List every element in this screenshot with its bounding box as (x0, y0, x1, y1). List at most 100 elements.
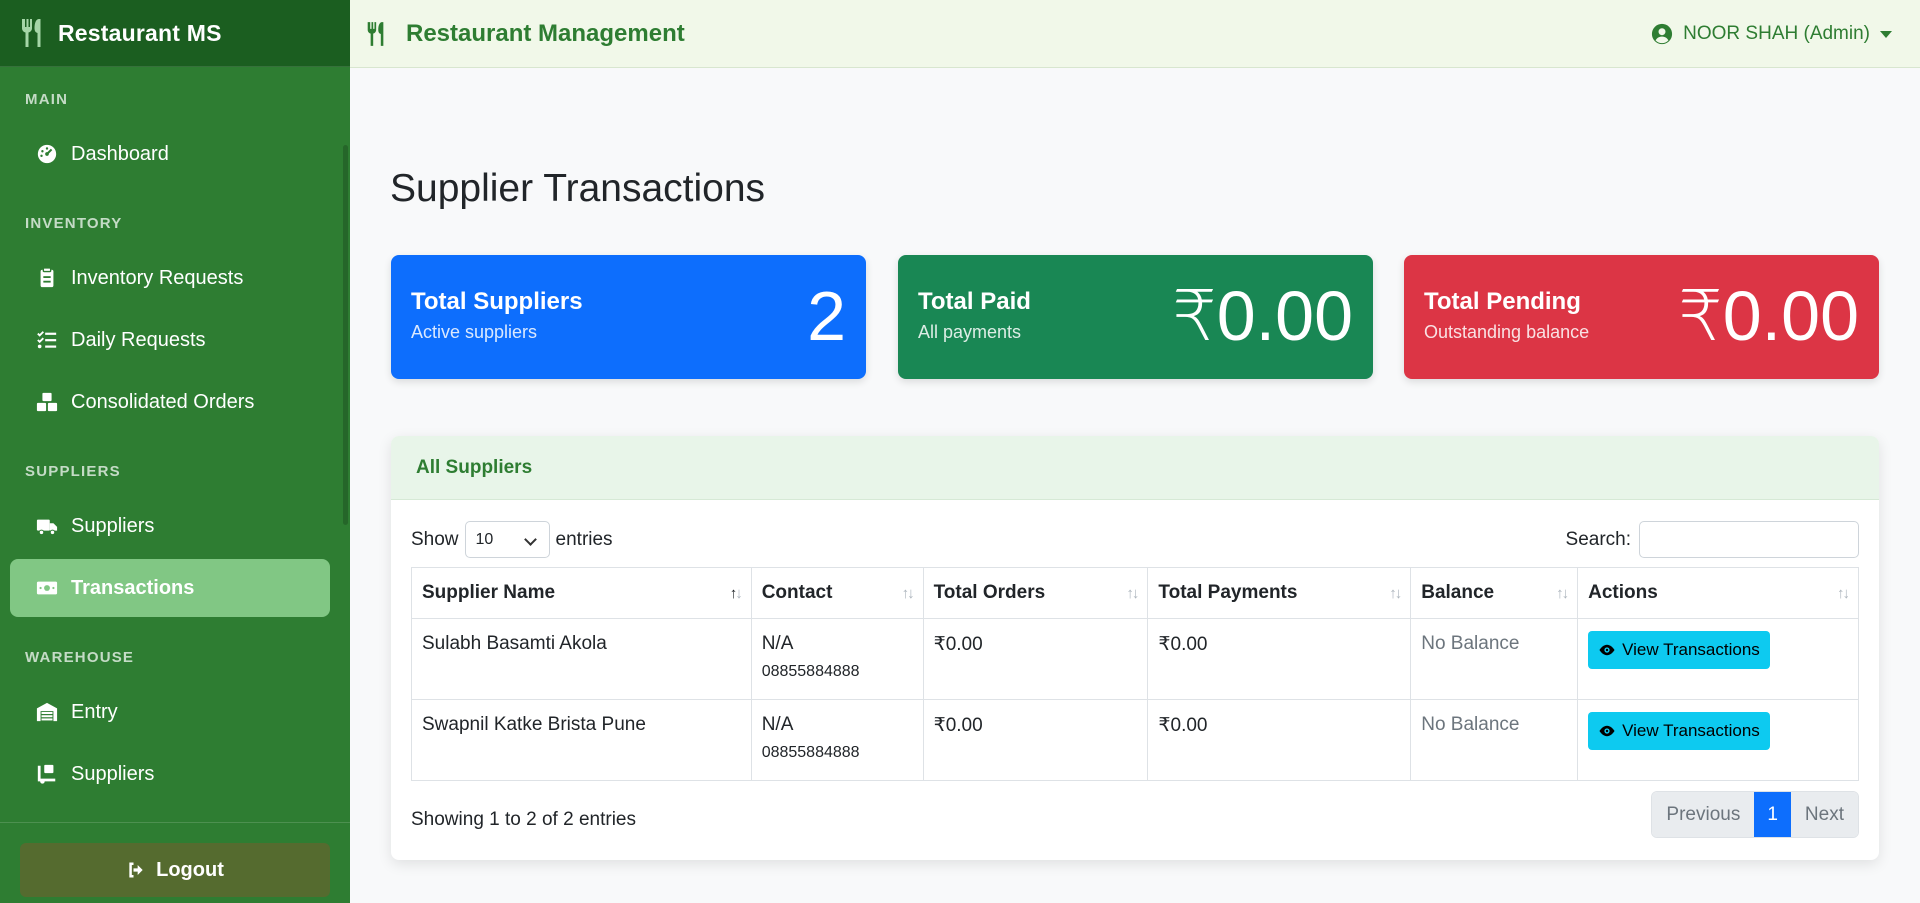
cell-actions: View Transactions (1577, 618, 1859, 700)
entries-select-value: 10 (475, 530, 494, 548)
sidebar-item-label: Suppliers (71, 762, 155, 785)
stat-value: ₹0.00 (1678, 277, 1859, 355)
entries-select[interactable]: 10 (464, 521, 550, 558)
column-header-contact[interactable]: Contact ↑↓ (750, 567, 924, 619)
column-header-balance[interactable]: Balance ↑↓ (1410, 567, 1579, 619)
pagination: Previous 1 Next (1651, 791, 1859, 838)
money-bill-icon (35, 577, 59, 599)
pagination-previous[interactable]: Previous (1652, 792, 1755, 837)
stat-value: 2 (807, 277, 846, 355)
sort-icon: ↑↓ (1556, 585, 1569, 602)
brand-title: Restaurant MS (58, 19, 222, 46)
view-transactions-label: View Transactions (1622, 640, 1760, 659)
section-label-main: MAIN (25, 91, 69, 108)
user-menu[interactable]: NOOR SHAH (Admin) (1651, 0, 1892, 68)
table-row: Sulabh Basamti Akola N/A 08855884888 ₹0.… (411, 618, 1859, 700)
app-title[interactable]: Restaurant Management (406, 20, 685, 48)
section-label-warehouse: WAREHOUSE (25, 649, 135, 666)
cell-supplier-name: Swapnil Katke Brista Pune (411, 699, 752, 781)
cell-total-orders: ₹0.00 (922, 699, 1149, 781)
cell-total-orders: ₹0.00 (922, 618, 1149, 700)
top-navbar: Restaurant Management NOOR SHAH (Admin) (350, 0, 1920, 68)
user-circle-icon (1652, 23, 1673, 45)
cell-contact: N/A 08855884888 (750, 699, 924, 781)
sidebar-item-suppliers[interactable]: Suppliers (10, 497, 330, 555)
logout-label: Logout (156, 858, 224, 881)
sidebar-item-consolidated-orders[interactable]: Consolidated Orders (10, 373, 330, 431)
brand[interactable]: Restaurant MS (0, 0, 350, 67)
truck-icon (35, 515, 59, 537)
stat-subtitle: Outstanding balance (1424, 322, 1590, 342)
column-header-supplier-name[interactable]: Supplier Name ↑↓ (411, 567, 752, 619)
sidebar-item-warehouse-suppliers[interactable]: Suppliers (10, 745, 330, 803)
cell-contact: N/A 08855884888 (750, 618, 924, 700)
sidebar-scrollbar[interactable] (343, 145, 348, 525)
logout-area: Logout (0, 822, 350, 903)
stat-subtitle: Active suppliers (411, 322, 538, 342)
page-title: Supplier Transactions (390, 167, 766, 210)
suppliers-card: All Suppliers Show 10 entries Search: Su… (391, 436, 1879, 860)
sidebar: Restaurant MS MAIN Dashboard INVENTORY I… (0, 0, 350, 903)
column-header-actions[interactable]: Actions ↑↓ (1577, 567, 1859, 619)
pagination-next[interactable]: Next (1790, 792, 1858, 837)
caret-down-icon (1880, 30, 1892, 38)
boxes-icon (35, 391, 59, 413)
logout-button[interactable]: Logout (20, 843, 330, 897)
column-header-total-orders[interactable]: Total Orders ↑↓ (922, 567, 1149, 619)
stat-card-total-suppliers: Total Suppliers Active suppliers 2 (391, 255, 866, 379)
sidebar-item-label: Transactions (71, 576, 195, 599)
section-label-suppliers: SUPPLIERS (25, 463, 121, 480)
sort-icon: ↑↓ (901, 585, 915, 602)
stat-label: Total Suppliers (411, 288, 583, 315)
entries-label: entries (555, 528, 613, 550)
section-label-inventory: INVENTORY (25, 215, 123, 232)
sidebar-item-transactions[interactable]: Transactions (10, 559, 330, 617)
eye-icon (1599, 725, 1615, 737)
stat-card-total-pending: Total Pending Outstanding balance ₹0.00 (1404, 255, 1879, 379)
search-input[interactable] (1639, 521, 1859, 558)
stat-subtitle: All payments (918, 322, 1022, 342)
sidebar-item-dashboard[interactable]: Dashboard (10, 125, 330, 183)
utensils-icon (22, 19, 41, 47)
gauge-icon (35, 143, 59, 165)
utensils-icon (367, 21, 384, 46)
sort-asc-icon: ↑↓ (729, 585, 743, 602)
search-label: Search: (1565, 528, 1631, 550)
contact-name: N/A (761, 633, 794, 654)
stat-label: Total Paid (918, 288, 1031, 315)
contact-phone: 08855884888 (761, 663, 860, 680)
warehouse-icon (35, 701, 59, 723)
table-header-row: Supplier Name ↑↓ Contact ↑↓ Total Orders ↑↓… (411, 567, 1859, 619)
sort-icon: ↑↓ (1126, 585, 1139, 602)
sidebar-item-label: Daily Requests (71, 328, 206, 351)
show-label: Show (411, 528, 459, 550)
user-name: NOOR SHAH (Admin) (1683, 23, 1870, 44)
sidebar-item-entry[interactable]: Entry (10, 683, 330, 741)
view-transactions-button[interactable]: View Transactions (1588, 712, 1770, 750)
sidebar-item-label: Dashboard (71, 142, 169, 165)
cell-actions: View Transactions (1577, 699, 1859, 781)
contact-name: N/A (761, 714, 794, 735)
stat-label: Total Pending (1424, 288, 1581, 315)
sidebar-item-label: Inventory Requests (71, 266, 244, 289)
view-transactions-label: View Transactions (1622, 721, 1760, 740)
sidebar-nav[interactable]: MAIN Dashboard INVENTORY Inventory Reque… (0, 67, 350, 822)
table-search: Search: (1566, 521, 1859, 558)
table-info: Showing 1 to 2 of 2 entries (411, 809, 636, 830)
cell-balance: No Balance (1410, 699, 1579, 781)
pagination-page-1[interactable]: 1 (1754, 792, 1791, 837)
sidebar-item-daily-requests[interactable]: Daily Requests (10, 311, 330, 369)
chevron-down-icon (523, 533, 537, 546)
cell-balance: No Balance (1410, 618, 1579, 700)
sidebar-item-label: Suppliers (71, 514, 155, 537)
column-header-total-payments[interactable]: Total Payments ↑↓ (1147, 567, 1412, 619)
sidebar-item-label: Consolidated Orders (71, 390, 255, 413)
contact-phone: 08855884888 (761, 744, 860, 761)
suppliers-table: Supplier Name ↑↓ Contact ↑↓ Total Orders ↑↓… (411, 567, 1859, 781)
list-check-icon (35, 329, 59, 351)
cell-total-payments: ₹0.00 (1147, 618, 1412, 700)
sign-out-icon (129, 862, 143, 878)
sidebar-item-inventory-requests[interactable]: Inventory Requests (10, 249, 330, 307)
view-transactions-button[interactable]: View Transactions (1588, 631, 1770, 669)
cell-supplier-name: Sulabh Basamti Akola (411, 618, 752, 700)
